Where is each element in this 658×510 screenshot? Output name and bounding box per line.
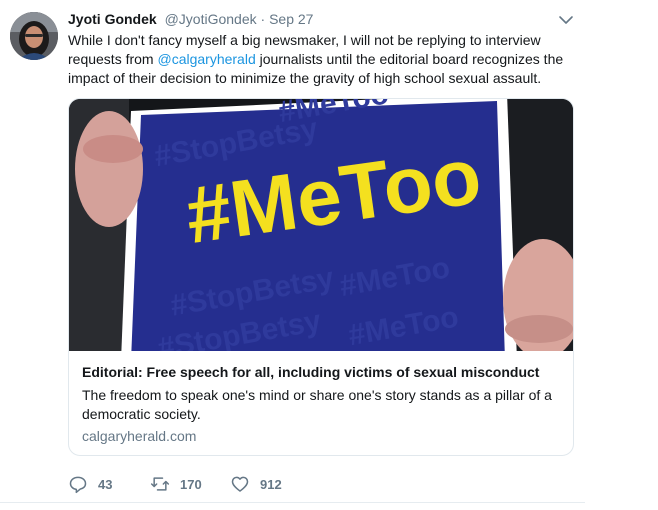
tweet-options-button[interactable] xyxy=(556,10,576,30)
reply-button[interactable]: 43 xyxy=(68,474,112,494)
tweet-timestamp[interactable]: Sep 27 xyxy=(269,11,313,27)
card-title: Editorial: Free speech for all, includin… xyxy=(82,364,540,380)
reply-count: 43 xyxy=(98,476,113,492)
link-card[interactable]: #MeToo #StopBetsy #StopBetsy #StopBetsy … xyxy=(68,98,574,456)
retweet-icon xyxy=(150,477,170,491)
mention-link[interactable]: @calgaryherald xyxy=(157,51,255,67)
avatar-photo xyxy=(10,12,58,60)
avatar[interactable] xyxy=(10,12,58,60)
card-image[interactable]: #MeToo #StopBetsy #StopBetsy #StopBetsy … xyxy=(69,99,573,351)
tweet: Jyoti Gondek @JyotiGondek · Sep 27 While… xyxy=(0,0,658,510)
reply-icon xyxy=(69,476,87,494)
tweet-header: Jyoti Gondek @JyotiGondek · Sep 27 xyxy=(68,9,313,29)
card-description: The freedom to speak one's mind or share… xyxy=(82,387,552,422)
author-name[interactable]: Jyoti Gondek xyxy=(68,11,157,27)
tweet-text: While I don't fancy myself a big newsmak… xyxy=(68,31,573,88)
card-domain: calgaryherald.com xyxy=(82,428,197,444)
left-hand xyxy=(75,111,143,227)
retweet-button[interactable]: 170 xyxy=(150,474,202,494)
author-handle[interactable]: @JyotiGondek xyxy=(165,11,257,27)
like-count: 912 xyxy=(260,476,282,492)
chevron-down-icon xyxy=(559,16,573,24)
divider xyxy=(0,502,585,503)
like-button[interactable]: 912 xyxy=(230,474,282,494)
heart-icon xyxy=(231,476,249,492)
retweet-count: 170 xyxy=(180,476,202,492)
separator-dot: · xyxy=(260,11,266,27)
